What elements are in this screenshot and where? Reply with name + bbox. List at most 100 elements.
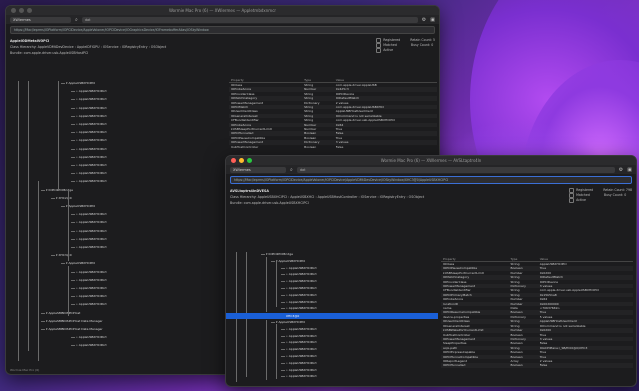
tree-connector bbox=[271, 322, 275, 323]
tree-node-label: AppleUSBXHCIPort bbox=[78, 228, 107, 233]
tree-node-label: AppleUSBXHCIPCI bbox=[68, 81, 96, 85]
tree-node[interactable]: • AppleUSBXHCIPort bbox=[76, 335, 107, 339]
state-checks: Registered Retain Count: 5 Matched Busy Co… bbox=[376, 38, 435, 53]
tree-node[interactable]: • AppleUSBXHCIPort bbox=[286, 334, 317, 338]
tree-node[interactable]: ▾ XHC2@0 bbox=[56, 196, 72, 200]
path-field[interactable]: https://Mac/leprms/IOPlatform/IOPCIDevic… bbox=[230, 176, 632, 184]
selected-tree-row-label: XHC3@0 bbox=[286, 314, 300, 318]
tree-node[interactable]: • AppleUSBXHCIPort bbox=[76, 220, 107, 224]
back-window-titlebar[interactable]: Wormie Mac Pro (6) — XWlermes — Appletmb… bbox=[6, 6, 439, 15]
tree-node[interactable]: • AppleUSBXHCIPort bbox=[76, 343, 107, 347]
front-window-titlebar[interactable]: Wormie Mac Pro (6) — XWlermes — AVSLtapt… bbox=[226, 156, 636, 165]
tree-node[interactable]: • AppleUSBXHCIPort bbox=[76, 270, 107, 274]
tree-node[interactable]: ▾ AppleUSBXHCIPCI bbox=[276, 259, 305, 263]
tree-node-label: AppleUSBXHCIPort bbox=[78, 122, 107, 126]
tree-node[interactable]: ▾ AppleUSBXHCIPCI bbox=[276, 320, 305, 324]
registry-tree[interactable]: ▾ AppleUSBXHCIPCI • AppleUSBXHCIPort • App… bbox=[6, 81, 226, 366]
tree-node[interactable]: • AppleUSBXHCIPort bbox=[76, 163, 107, 167]
tree-node-label: AppleUSBXHCIPort bbox=[78, 343, 107, 348]
gear-icon[interactable]: ⚙ bbox=[619, 167, 623, 173]
tree-node-label: AppleUSBXHCIPort bbox=[78, 220, 107, 225]
property-name: UsbHostController bbox=[231, 144, 259, 149]
tree-node[interactable]: • AppleUSBXHCIPort bbox=[76, 155, 107, 159]
tree-node[interactable]: • AppleUSBXHCIPort bbox=[76, 171, 107, 175]
front-window[interactable]: Wormie Mac Pro (6) — XWlermes — AVSLtapt… bbox=[225, 155, 637, 387]
tree-node-label: AppleUSBXHCIPort bbox=[78, 236, 107, 241]
tree-node[interactable]: • AppleUSBXHCIPort bbox=[286, 340, 317, 344]
tree-node-label: AppleUSBXHCIPort bbox=[78, 294, 107, 299]
tree-node[interactable]: • AppleUSBXHCIPort bbox=[286, 306, 317, 310]
search-input[interactable]: dat bbox=[81, 16, 418, 23]
property-row[interactable]: IOPCITunnelled Boolean False bbox=[441, 363, 633, 368]
sidebar-icon[interactable]: ▣ bbox=[430, 17, 435, 23]
scope-popup[interactable]: XWlermes bbox=[230, 166, 286, 173]
tree-node[interactable]: • AppleUSBXHCIPort bbox=[286, 300, 317, 304]
properties-table[interactable]: Property Type Value IOClass String com.app… bbox=[229, 77, 437, 149]
property-row[interactable]: UsbHostController Boolean False bbox=[229, 145, 437, 149]
tree-node[interactable]: ▾ AppleUSBXHCIPCI bbox=[66, 261, 95, 265]
bundle-label: Bundle: bbox=[230, 201, 243, 205]
tree-connector bbox=[71, 148, 75, 150]
tree-node[interactable]: • AppleUSBXHCIPort bbox=[76, 179, 107, 183]
tree-node[interactable]: • AppleUSBXHCIPort bbox=[286, 347, 317, 351]
properties-table[interactable]: Property Type Value IOClass String AppleUS… bbox=[441, 256, 633, 368]
tree-node[interactable]: ▾ AppleSMBIOSPCIHost Data Manager bbox=[46, 319, 103, 323]
tree-connector bbox=[41, 189, 45, 191]
path-field[interactable]: https://Mac/leprms/IOPlatform/IOPCIDevic… bbox=[10, 26, 435, 34]
tree-node[interactable]: ▾ AppleSMBIOSPCIHost Data Manager bbox=[46, 327, 103, 331]
tree-node[interactable]: • AppleUSBXHCIPort bbox=[76, 229, 107, 233]
tree-node-label: AppleUSBXHCIPort bbox=[288, 360, 317, 365]
gear-icon[interactable]: ⚙ bbox=[422, 17, 426, 23]
tree-connector bbox=[71, 279, 75, 281]
scope-popup[interactable]: XWlermes bbox=[10, 16, 71, 23]
tree-node[interactable]: • AppleUSBXHCIPort bbox=[76, 138, 107, 142]
tree-node[interactable]: ▾ IOPCI2PCIBridge bbox=[266, 252, 293, 256]
class-info: AppleIODMetalVOPCI Class Hierarchy: Appl… bbox=[6, 36, 439, 58]
tree-node[interactable]: • AppleUSBXHCIPort bbox=[286, 374, 317, 378]
busy-count: Busy Count: 0 bbox=[410, 43, 434, 47]
tree-node[interactable]: • AppleUSBXHCIPort bbox=[76, 237, 107, 241]
tree-node[interactable]: • AppleUSBXHCIPort bbox=[76, 97, 107, 101]
tree-node[interactable]: • AppleUSBXHCIPort bbox=[76, 122, 107, 126]
tree-connector bbox=[51, 197, 55, 199]
tree-node-label: AppleUSBXHCIPCI bbox=[278, 258, 306, 263]
tree-node[interactable]: • AppleUSBXHCIPort bbox=[286, 354, 317, 358]
tree-node[interactable]: • AppleUSBXHCIPort bbox=[76, 130, 107, 134]
tree-connector bbox=[281, 362, 285, 364]
tree-node[interactable]: • AppleUSBXHCIPort bbox=[286, 266, 317, 270]
tree-node-label: AppleUSBXHCIPort bbox=[78, 138, 107, 143]
tree-node[interactable]: ▾ AppleUSBXHCIPCI bbox=[66, 81, 95, 85]
tree-node[interactable]: • AppleUSBXHCIPort bbox=[76, 212, 107, 216]
tree-connector bbox=[281, 376, 285, 378]
tree-node[interactable]: • AppleUSBXHCIPort bbox=[286, 327, 317, 331]
tree-node[interactable]: • AppleUSBXHCIPort bbox=[76, 245, 107, 249]
tree-node[interactable]: ▾ AppleSMBIOSPCIHost bbox=[46, 311, 80, 315]
tree-connector bbox=[71, 247, 75, 248]
tree-connector bbox=[71, 230, 75, 232]
tree-node[interactable]: • AppleUSBXHCIPort bbox=[286, 279, 317, 283]
tree-node[interactable]: • AppleUSBXHCIPort bbox=[76, 294, 107, 298]
search-input[interactable]: dat bbox=[296, 166, 615, 173]
back-toolbar: XWlermes ⌕ dat ⚙ ▣ bbox=[6, 15, 439, 24]
sidebar-icon[interactable]: ▣ bbox=[627, 167, 632, 173]
tree-node[interactable]: • AppleUSBXHCIPort bbox=[76, 302, 107, 306]
tree-node[interactable]: ▾ AppleUSBXHCIPCI bbox=[66, 204, 95, 208]
class-name: AVSLtaptrs4lnDVESA bbox=[230, 189, 269, 193]
tree-node[interactable]: ▾ XHC3@0 bbox=[56, 253, 72, 257]
tree-node[interactable]: • AppleUSBXHCIPort bbox=[76, 278, 107, 282]
tree-node[interactable]: • AppleUSBXHCIPort bbox=[76, 286, 107, 290]
tree-connector bbox=[71, 222, 75, 224]
tree-connector bbox=[71, 345, 75, 347]
tree-connector bbox=[281, 369, 285, 371]
tree-node[interactable]: • AppleUSBXHCIPort bbox=[286, 368, 317, 372]
tree-node[interactable]: • AppleUSBXHCIPort bbox=[286, 272, 317, 276]
tree-node[interactable]: • AppleUSBXHCIPort bbox=[286, 293, 317, 297]
registry-tree[interactable]: ▾ IOPCI2PCIBridge ▾ AppleUSBXHCIPCI • Appl… bbox=[226, 252, 438, 384]
tree-node[interactable]: • AppleUSBXHCIPort bbox=[76, 114, 107, 118]
tree-node[interactable]: • AppleUSBXHCIPort bbox=[76, 106, 107, 110]
tree-node[interactable]: • AppleUSBXHCIPort bbox=[286, 361, 317, 365]
tree-node[interactable]: • AppleUSBXHCIPort bbox=[76, 89, 107, 93]
selected-tree-row[interactable]: XHC3@0 bbox=[226, 313, 438, 319]
tree-node[interactable]: • AppleUSBXHCIPort bbox=[286, 286, 317, 290]
tree-node[interactable]: • AppleUSBXHCIPort bbox=[76, 147, 107, 151]
